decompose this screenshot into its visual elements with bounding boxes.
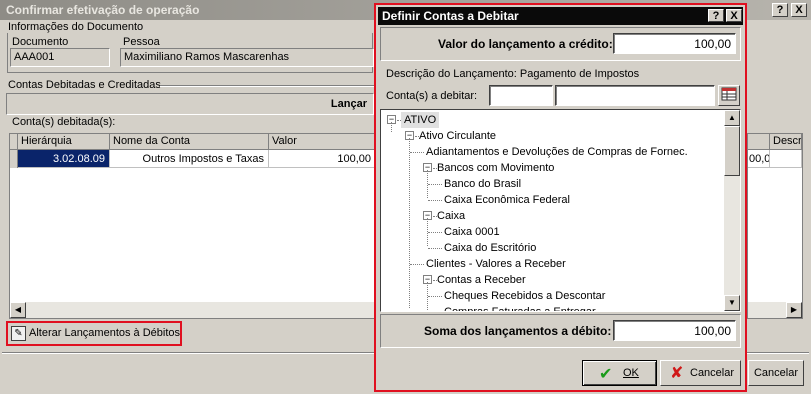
close-button[interactable]: X: [791, 3, 807, 17]
horizontal-scrollbar[interactable]: ◀: [10, 302, 374, 318]
table-icon: [721, 87, 737, 101]
tree-item[interactable]: Caixa Econômica Federal: [444, 192, 570, 208]
row-indicator: [10, 150, 18, 168]
cell-hierarquia[interactable]: 3.02.08.09: [18, 150, 110, 168]
tree-item[interactable]: Cheques Recebidos a Descontar: [444, 288, 605, 304]
conta-name-input[interactable]: [555, 85, 715, 106]
dialog-cancelar-button[interactable]: ✘ Cancelar: [660, 360, 741, 386]
tree-connector: [410, 152, 424, 153]
ok-label: OK: [623, 367, 639, 379]
contas-creditadas-grid[interactable]: Descr 00,00 ▶: [747, 133, 803, 319]
descricao-text: Descrição do Lançamento: Pagamento de Im…: [386, 68, 640, 80]
tree-guide-line: [427, 170, 428, 198]
column-header-valor[interactable]: Valor: [269, 134, 376, 150]
tree-guide-line: [391, 122, 392, 132]
cancel-x-icon: ✘: [670, 365, 684, 382]
background-window-title: Confirmar efetivação de operação: [6, 3, 200, 17]
dialog-title: Definir Contas a Debitar: [382, 9, 519, 23]
alterar-lancamentos-button[interactable]: ✎ Alterar Lançamentos à Débitos: [9, 324, 181, 343]
contas-debitadas-grid[interactable]: Hierárquia Nome da Conta Valor 3.02.08.0…: [9, 133, 376, 319]
column-header-hierarquia[interactable]: Hierárquia: [18, 134, 110, 150]
definir-contas-dialog: Definir Contas a Debitar ? X Valor do la…: [374, 3, 747, 392]
grid-corner: [10, 134, 18, 150]
alterar-lancamentos-label: Alterar Lançamentos à Débitos: [29, 327, 181, 339]
dialog-help-button[interactable]: ?: [708, 9, 724, 22]
scroll-left-icon[interactable]: ◀: [10, 302, 26, 318]
tree-vertical-scrollbar[interactable]: ▲ ▼: [724, 110, 740, 311]
tree-connector: [428, 296, 442, 297]
lancamentos-header-panel: Lançar: [6, 93, 374, 115]
account-lookup-button[interactable]: [718, 85, 740, 106]
valor-input[interactable]: 100,00: [613, 33, 736, 54]
tree-guide-line: [427, 218, 428, 246]
right-grid-value[interactable]: 00,00: [748, 150, 770, 168]
tree-item[interactable]: Caixa 0001: [444, 224, 500, 240]
edit-document-icon: ✎: [11, 326, 26, 341]
tree-item[interactable]: ATIVO: [401, 112, 440, 128]
column-header-nome-conta[interactable]: Nome da Conta: [110, 134, 269, 150]
tree-item[interactable]: Caixa do Escritório: [444, 240, 536, 256]
tree-item[interactable]: Bancos com Movimento: [437, 160, 554, 176]
scroll-up-icon[interactable]: ▲: [724, 110, 740, 126]
tree-item[interactable]: Adiantamentos e Devoluções de Compras de…: [426, 144, 688, 160]
tree-item[interactable]: Contas a Receber: [437, 272, 526, 288]
tree-item[interactable]: Compras Faturadas a Entregar: [444, 304, 596, 311]
scroll-down-icon[interactable]: ▼: [724, 295, 740, 311]
document-info-group-label: Informações do Documento: [8, 21, 144, 33]
background-cancelar-label: Cancelar: [753, 367, 799, 379]
contas-debitadas-label: Conta(s) debitada(s):: [12, 116, 116, 128]
soma-input[interactable]: 100,00: [613, 320, 736, 341]
conta-label: Conta(s) a debitar:: [386, 90, 478, 102]
tree-item[interactable]: Banco do Brasil: [444, 176, 521, 192]
tree-connector: [428, 248, 442, 249]
right-grid-descr-cell[interactable]: [770, 150, 802, 168]
dialog-titlebar: Definir Contas a Debitar: [378, 7, 743, 25]
tree-connector: [428, 200, 442, 201]
tree-guide-line: [427, 282, 428, 311]
right-grid-header-blank: [748, 134, 770, 150]
soma-label: Soma dos lançamentos a débito:: [424, 324, 612, 338]
ok-button[interactable]: ✔ OK: [582, 360, 657, 386]
tree-connector: [410, 264, 424, 265]
cell-valor[interactable]: 100,00: [269, 150, 376, 168]
tree-item[interactable]: Ativo Circulante: [419, 128, 496, 144]
pessoa-field[interactable]: Maximiliano Ramos Mascarenhas: [120, 48, 374, 67]
accounts-tree[interactable]: − ATIVO − Ativo Circulante Adiantamentos e D…: [380, 109, 741, 312]
tree-connector: [428, 184, 442, 185]
column-header-descr[interactable]: Descr: [770, 134, 802, 150]
tree-connector: [428, 232, 442, 233]
contas-group-label: Contas Debitadas e Creditadas: [8, 79, 161, 91]
cell-nome-conta[interactable]: Outros Impostos e Taxas: [110, 150, 269, 168]
checkmark-icon: ✔: [599, 366, 613, 383]
scroll-thumb[interactable]: [724, 126, 740, 176]
valor-label: Valor do lançamento a crédito:: [438, 37, 613, 51]
dialog-close-button[interactable]: X: [726, 9, 742, 22]
pessoa-label: Pessoa: [123, 36, 160, 48]
documento-label: Documento: [12, 36, 69, 48]
background-cancelar-button[interactable]: Cancelar: [748, 360, 804, 386]
lancamentos-header: Lançar: [330, 98, 367, 110]
documento-field[interactable]: AAA001: [10, 48, 110, 67]
tree-item[interactable]: Caixa: [437, 208, 465, 224]
tree-guide-line: [409, 138, 410, 308]
help-button[interactable]: ?: [772, 3, 788, 17]
conta-code-input[interactable]: [489, 85, 553, 106]
scroll-right-icon[interactable]: ▶: [786, 302, 802, 318]
tree-content: − ATIVO − Ativo Circulante Adiantamentos e D…: [381, 110, 724, 311]
tree-item[interactable]: Clientes - Valores a Receber: [426, 256, 566, 272]
dialog-cancelar-label: Cancelar: [690, 367, 735, 379]
right-horizontal-scrollbar[interactable]: ▶: [748, 302, 802, 318]
contas-group-divider: [160, 85, 374, 87]
